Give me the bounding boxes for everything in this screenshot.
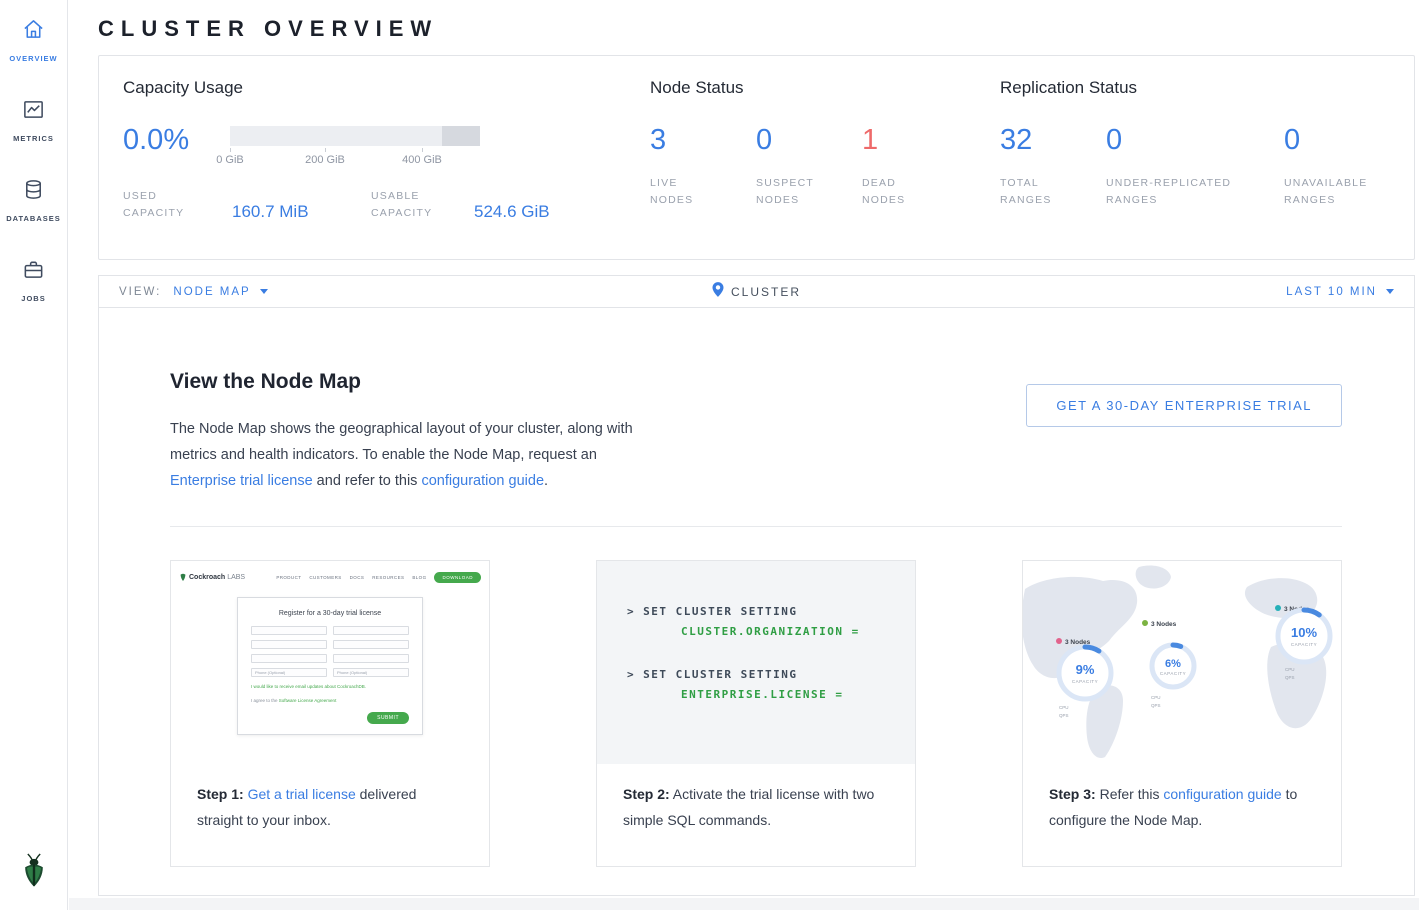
cluster-breadcrumb[interactable]: CLUSTER [712,282,801,302]
sidebar: OVERVIEW METRICS DATABASES [0,0,68,910]
suspect-nodes-stat: 0 SUSPECT NODES [756,124,862,210]
capacity-bar-nonusable-segment [442,126,480,146]
under-replicated-ranges-stat: 0 UNDER-REPLICATED RANGES [1106,124,1284,210]
axis-tick-label: 200 GiB [305,154,345,166]
svg-text:QPS: QPS [1285,675,1295,680]
sidebar-item-label: JOBS [21,294,45,303]
capacity-used-percent: 0.0% [123,124,230,168]
axis-tick-mark [422,148,423,152]
total-ranges-stat: 32 TOTAL RANGES [1000,124,1106,210]
enterprise-trial-button[interactable]: GET A 30-DAY ENTERPRISE TRIAL [1026,384,1342,427]
dead-nodes-stat: 1 DEAD NODES [862,124,968,210]
briefcase-icon [22,258,45,286]
mock-trial-form: Register for a 30-day trial license Phon… [237,597,423,735]
step-1-caption: Step 1: Get a trial license delivered st… [171,764,489,833]
live-nodes-stat: 3 LIVE NODES [650,124,756,210]
sidebar-item-databases[interactable]: DATABASES [0,178,67,258]
svg-text:CPU: CPU [1059,705,1069,710]
database-icon [22,178,45,206]
svg-text:CAPACITY: CAPACITY [1072,679,1098,684]
step-3-caption: Step 3: Refer this configuration guide t… [1023,764,1341,833]
step-1-screenshot: CockroachLABS PRODUCT CUSTOMERS DOCS RES… [171,561,489,764]
svg-text:CPU: CPU [1285,667,1295,672]
locality-dot [1275,605,1281,611]
usable-capacity-value: 524.6 GiB [474,202,550,223]
panel-description: The Node Map shows the geographical layo… [170,416,645,494]
step-2-code-block: >SET CLUSTER SETTING CLUSTER.ORGANIZATIO… [597,561,915,764]
sidebar-item-overview[interactable]: OVERVIEW [0,18,67,98]
capacity-usage-title: Capacity Usage [123,78,628,98]
axis-tick-label: 400 GiB [402,154,442,166]
step-3-node-map-preview: 3 Nodes 3 Nodes 3 Nodes 9% CAPACITY [1023,561,1341,764]
footer-strip [69,898,1419,910]
locality-dot [1142,620,1148,626]
cluster-breadcrumb-label: CLUSTER [731,285,801,299]
step-2-card: >SET CLUSTER SETTING CLUSTER.ORGANIZATIO… [596,560,916,867]
enterprise-trial-license-link[interactable]: Enterprise trial license [170,473,313,489]
main-content: CLUSTER OVERVIEW Capacity Usage 0.0% [68,0,1419,910]
sidebar-item-label: DATABASES [6,214,61,223]
svg-text:QPS: QPS [1151,703,1161,708]
replication-status-section: Replication Status 32 TOTAL RANGES 0 UND… [1000,78,1390,233]
node-status-title: Node Status [650,78,1000,98]
axis-tick-mark [325,148,326,152]
view-selector-dropdown[interactable]: NODE MAP [173,286,267,298]
axis-tick-mark [230,148,231,152]
unavailable-ranges-stat: 0 UNAVAILABLE RANGES [1284,124,1390,210]
view-toolbar: VIEW: NODE MAP CLUSTER LAST 10 MIN [98,275,1415,308]
replication-status-title: Replication Status [1000,78,1390,98]
locality-dot [1056,638,1062,644]
used-capacity-label: USED CAPACITY [123,188,232,223]
mock-cockroach-logo: CockroachLABS [179,572,245,582]
node-status-section: Node Status 3 LIVE NODES 0 SUSPECT NODE [650,78,1000,233]
svg-text:CAPACITY: CAPACITY [1291,642,1317,647]
sidebar-item-label: METRICS [13,134,54,143]
cockroach-labs-logo-icon [19,849,49,894]
step-3-card: 3 Nodes 3 Nodes 3 Nodes 9% CAPACITY [1022,560,1342,867]
axis-tick-label: 0 GiB [216,154,244,166]
svg-text:9%: 9% [1076,662,1095,677]
locality-node-count: 3 Nodes [1151,621,1177,628]
sidebar-item-jobs[interactable]: JOBS [0,258,67,338]
configuration-guide-link[interactable]: configuration guide [421,473,544,489]
capacity-gauge: 6% CAPACITY CPU QPS [1151,645,1194,708]
location-pin-icon [712,282,723,302]
sidebar-item-label: OVERVIEW [9,54,57,63]
svg-text:CAPACITY: CAPACITY [1160,671,1186,676]
step-1-card: CockroachLABS PRODUCT CUSTOMERS DOCS RES… [170,560,490,867]
configuration-guide-link-2[interactable]: configuration guide [1163,786,1281,802]
app-window: OVERVIEW METRICS DATABASES [0,0,1419,910]
mock-nav: PRODUCT CUSTOMERS DOCS RESOURCES BLOG DO… [276,572,481,583]
capacity-bar [230,126,480,146]
capacity-usage-section: Capacity Usage 0.0% 0 GiB 200 GiB [123,78,628,233]
usable-capacity-label: USABLE CAPACITY [371,188,474,223]
panel-heading: View the Node Map [170,370,645,394]
metrics-chart-icon [22,98,45,126]
page-title: CLUSTER OVERVIEW [98,16,1415,42]
mock-download-button: DOWNLOAD [434,572,481,583]
svg-text:10%: 10% [1291,625,1317,640]
node-map-panel: View the Node Map The Node Map shows the… [98,308,1415,896]
step-2-caption: Step 2: Activate the trial license with … [597,764,915,833]
svg-text:CPU: CPU [1151,695,1161,700]
svg-text:6%: 6% [1165,658,1181,670]
used-capacity-value: 160.7 MiB [232,202,371,223]
capacity-bar-chart: 0 GiB 200 GiB 400 GiB [230,124,480,168]
home-icon [22,18,45,46]
caret-down-icon [260,289,268,294]
time-range-dropdown[interactable]: LAST 10 MIN [1286,286,1394,298]
section-divider [170,526,1342,527]
view-label: VIEW: [119,286,161,298]
cluster-summary-card: Capacity Usage 0.0% 0 GiB 200 GiB [98,55,1415,260]
caret-down-icon [1386,289,1394,294]
sidebar-item-metrics[interactable]: METRICS [0,98,67,178]
svg-text:QPS: QPS [1059,713,1069,718]
capacity-bar-axis: 0 GiB 200 GiB 400 GiB [230,148,480,168]
get-trial-license-link[interactable]: Get a trial license [248,786,356,802]
